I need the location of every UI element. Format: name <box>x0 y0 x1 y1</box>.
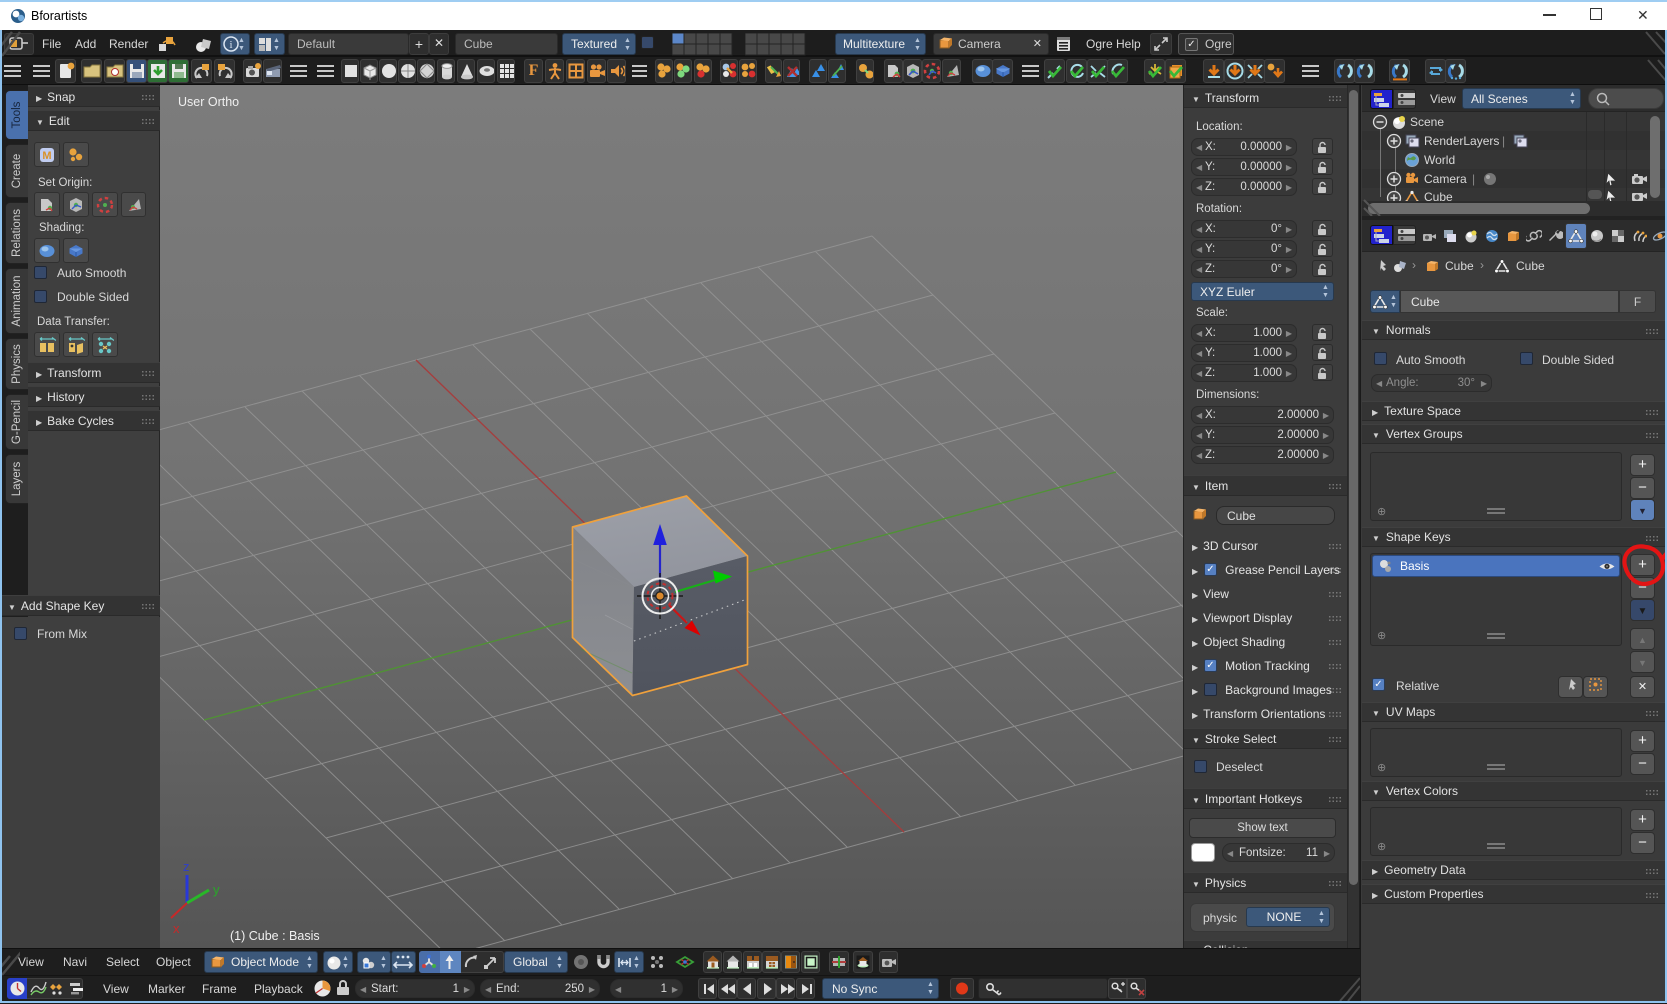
svg-text:x: x <box>173 921 180 936</box>
svg-text:User Ortho: User Ortho <box>178 95 239 109</box>
svg-text:z: z <box>183 859 190 874</box>
svg-text:(1) Cube : Basis: (1) Cube : Basis <box>230 929 320 943</box>
svg-text:y: y <box>213 882 220 897</box>
svg-text:i: i <box>229 39 232 51</box>
svg-text:M: M <box>42 150 51 162</box>
